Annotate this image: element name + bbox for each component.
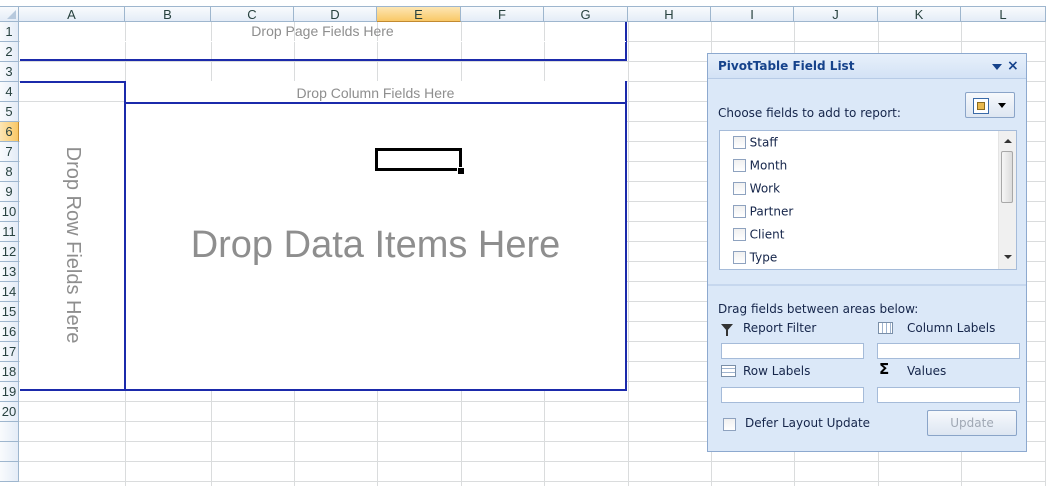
- update-button-label: Update: [950, 416, 994, 430]
- page-fields-label: Drop Page Fields Here: [251, 23, 394, 39]
- field-label: Type: [749, 250, 778, 265]
- column-labels-area[interactable]: [877, 343, 1020, 359]
- column-header-c[interactable]: C: [211, 7, 294, 22]
- row-header-2[interactable]: 2: [0, 42, 19, 62]
- field-item[interactable]: Partner: [733, 204, 993, 224]
- row-header-13[interactable]: 13: [0, 262, 19, 282]
- data-items-label[interactable]: Drop Data Items Here: [126, 224, 625, 266]
- field-checkbox[interactable]: [733, 159, 746, 172]
- pane-title-bar: PivotTable Field List ×: [708, 54, 1026, 79]
- field-list-layout-button[interactable]: [965, 92, 1015, 118]
- column-header-g[interactable]: G: [544, 7, 628, 22]
- field-list-scrollbar[interactable]: [998, 131, 1016, 269]
- sigma-icon: Σ: [879, 360, 890, 378]
- column-labels-label: Column Labels: [907, 321, 996, 335]
- values-area[interactable]: [877, 387, 1020, 403]
- row-header-1[interactable]: 1: [0, 22, 19, 42]
- field-checkbox[interactable]: [733, 251, 746, 264]
- row-header-7[interactable]: 7: [0, 142, 19, 162]
- row-header-18[interactable]: 18: [0, 362, 19, 382]
- row-header-5[interactable]: 5: [0, 102, 19, 122]
- row-labels-area[interactable]: [721, 387, 864, 403]
- column-header-k[interactable]: K: [878, 7, 961, 22]
- field-label: Client: [749, 227, 785, 242]
- row-header-8[interactable]: 8: [0, 162, 19, 182]
- field-label: Work: [749, 181, 781, 196]
- field-label: Month: [749, 158, 788, 173]
- row-grid-icon: [721, 365, 736, 377]
- choose-fields-label: Choose fields to add to report:: [718, 106, 901, 120]
- defer-layout-label: Defer Layout Update: [745, 416, 871, 430]
- column-header-d[interactable]: D: [294, 7, 377, 22]
- row-header-10[interactable]: 10: [0, 202, 19, 222]
- select-all-button[interactable]: [0, 7, 19, 22]
- row-header-17[interactable]: 17: [0, 342, 19, 362]
- column-header-l[interactable]: L: [961, 7, 1046, 22]
- column-grid-icon: [878, 322, 893, 334]
- column-fields-label[interactable]: Drop Column Fields Here: [126, 84, 625, 102]
- row-fields-label[interactable]: Drop Row Fields Here: [62, 110, 84, 380]
- field-item[interactable]: Month: [733, 158, 993, 178]
- field-item[interactable]: Type: [733, 250, 993, 269]
- row-header-22[interactable]: [0, 442, 19, 462]
- row-header-9[interactable]: 9: [0, 182, 19, 202]
- drag-fields-label: Drag fields between areas below:: [718, 302, 919, 316]
- column-header-i[interactable]: I: [711, 7, 794, 22]
- values-label: Values: [907, 364, 947, 378]
- column-header-j[interactable]: J: [794, 7, 878, 22]
- column-header-f[interactable]: F: [461, 7, 544, 22]
- row-header-19[interactable]: 19: [0, 382, 19, 402]
- row-header-4[interactable]: 4: [0, 82, 19, 102]
- scroll-up-icon[interactable]: [1004, 139, 1012, 143]
- defer-layout-checkbox[interactable]: [723, 418, 736, 431]
- column-header-h[interactable]: H: [628, 7, 711, 22]
- active-cell-e6[interactable]: [375, 148, 462, 171]
- field-checkbox[interactable]: [733, 205, 746, 218]
- column-header-e[interactable]: E: [377, 7, 461, 22]
- field-list-layout-icon: [973, 98, 989, 114]
- chevron-down-icon: [998, 103, 1006, 108]
- close-icon[interactable]: ×: [1007, 58, 1019, 74]
- field-item[interactable]: Staff: [733, 135, 993, 155]
- pivottable-field-list-pane: PivotTable Field List × Choose fields to…: [707, 53, 1027, 452]
- fill-handle[interactable]: [457, 167, 465, 175]
- field-list-box[interactable]: Staff Month Work Partner Client Type: [719, 130, 1017, 270]
- row-header-14[interactable]: 14: [0, 282, 19, 302]
- report-filter-area[interactable]: [721, 343, 864, 359]
- scroll-down-icon[interactable]: [1004, 255, 1012, 259]
- row-header-20[interactable]: 20: [0, 402, 19, 422]
- field-item[interactable]: Work: [733, 181, 993, 201]
- field-checkbox[interactable]: [733, 182, 746, 195]
- report-filter-label: Report Filter: [743, 321, 817, 335]
- row-header-11[interactable]: 11: [0, 222, 19, 242]
- column-header-a[interactable]: A: [19, 7, 125, 22]
- row-header-21[interactable]: [0, 422, 19, 442]
- dropdown-arrow-icon[interactable]: [992, 64, 1002, 70]
- field-label: Partner: [749, 204, 794, 219]
- field-label: Staff: [749, 135, 778, 150]
- formula-bar-edge: [0, 0, 1046, 7]
- column-header-b[interactable]: B: [125, 7, 211, 22]
- field-item[interactable]: Client: [733, 227, 993, 247]
- row-header-16[interactable]: 16: [0, 322, 19, 342]
- row-header-3[interactable]: 3: [0, 62, 19, 82]
- row-labels-label: Row Labels: [743, 364, 811, 378]
- row-header-12[interactable]: 12: [0, 242, 19, 262]
- row-header-6[interactable]: 6: [0, 122, 19, 142]
- field-checkbox[interactable]: [733, 228, 746, 241]
- pane-title: PivotTable Field List: [718, 59, 855, 73]
- scrollbar-thumb[interactable]: [1001, 151, 1013, 203]
- row-header-23[interactable]: [0, 462, 19, 482]
- row-header-15[interactable]: 15: [0, 302, 19, 322]
- field-checkbox[interactable]: [733, 136, 746, 149]
- update-button[interactable]: Update: [927, 410, 1017, 436]
